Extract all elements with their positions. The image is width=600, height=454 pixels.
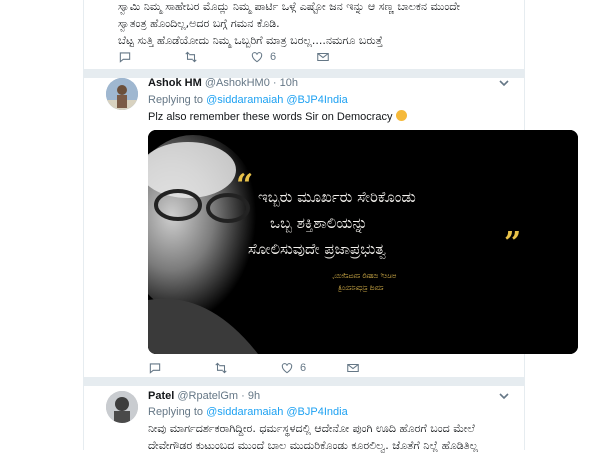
user-name[interactable]: Ashok HM <box>148 77 202 89</box>
tweet-header: Ashok HM @AshokHM0 · 10h <box>148 77 298 89</box>
like-count: 6 <box>270 51 277 63</box>
avatar[interactable] <box>106 78 138 110</box>
retweet-icon <box>185 51 197 63</box>
chevron-down-icon[interactable] <box>498 390 510 402</box>
open-quote-mark: “ <box>236 168 254 203</box>
tweet-actions: 6 <box>148 359 400 377</box>
avatar[interactable] <box>106 391 138 423</box>
tweet-text-line: ನೀವು ಮಾರ್ಗದರ್ಶಕರಾಗಿದ್ದೀರ. ಧರ್ಮಸ್ಥಳದಲ್ಲಿ … <box>148 422 475 435</box>
retweet-icon <box>215 362 227 374</box>
message-button[interactable] <box>346 361 360 375</box>
reply-mention[interactable]: @BJP4India <box>286 94 347 106</box>
reply-mention[interactable]: @siddaramaiah <box>206 94 283 106</box>
retweet-button[interactable] <box>184 50 210 64</box>
envelope-icon <box>347 363 359 373</box>
quote-attribution: ಅಟಲ್ ಬಿಹಾರಿ ವಾಜಪೇಯಿ, <box>332 272 397 280</box>
avatar-photo <box>106 391 138 423</box>
quote-line: ಸೋಲಿಸುವುದೇ ಪ್ರಜಾಪ್ರಭುತ್ವ <box>248 240 386 258</box>
reply-mention[interactable]: @BJP4India <box>286 406 347 418</box>
like-count: 6 <box>300 362 307 374</box>
replying-label: Replying to <box>148 94 204 106</box>
tweet-text-line: ಸ್ವಾತಂತ್ರ ಹೊಂದಿಲ್ಲ,ಅದರ ಬಗ್ಗೆ ಗಮನ ಕೊಡಿ. <box>118 17 280 30</box>
tweet-text-line: ದೇವೇಗೌಡರ ಕುಟುಂಬದ ಮುಂದೆ ಬಾಲ ಮುದುರಿಕೊಂಡು ಕ… <box>148 439 479 452</box>
retweet-button[interactable] <box>214 361 240 375</box>
user-handle[interactable]: @AshokHM0 <box>205 77 270 89</box>
reply-icon <box>149 363 161 374</box>
reply-button[interactable] <box>148 361 174 375</box>
reply-mention[interactable]: @siddaramaiah <box>206 406 283 418</box>
quote-line: ಇಬ್ಬರು ಮೂರ್ಖರು ಸೇರಿಕೊಂಡು <box>258 188 416 206</box>
like-button[interactable]: 6 <box>280 361 306 375</box>
separator-dot: · <box>272 77 277 89</box>
tweet-divider <box>84 377 524 386</box>
tweet-image[interactable]: “ ಇಬ್ಬರು ಮೂರ್ಖರು ಸೇರಿಕೊಂಡು ಒಬ್ಬ ಶಕ್ತಿಶಾಲ… <box>148 130 578 354</box>
reply-icon <box>119 52 131 63</box>
tweet-text: Plz also remember these words Sir on Dem… <box>148 110 407 123</box>
chevron-down-icon[interactable] <box>498 77 510 89</box>
avatar-photo <box>106 78 138 110</box>
separator-dot: · <box>241 390 245 402</box>
envelope-icon <box>317 52 329 62</box>
user-name[interactable]: Patel <box>148 390 174 402</box>
replying-to: Replying to @siddaramaiah @BJP4India <box>148 406 348 418</box>
tweet-text: ಸ್ವಾಮಿ ನಿಮ್ಮ ಸಾಹೇಬರ ಮೊದ್ಲು ನಿಮ್ಮ ಪಾರ್ಟಿ … <box>118 0 518 49</box>
quote-line: ಒಬ್ಬ ಶಕ್ತಿಶಾಲಿಯನ್ನು <box>270 214 368 232</box>
smiling-face-emoji-icon <box>395 110 407 121</box>
replying-label: Replying to <box>148 406 204 418</box>
tweet-text-line: ಸ್ವಾಮಿ ನಿಮ್ಮ ಸಾಹೇಬರ ಮೊದ್ಲು ನಿಮ್ಮ ಪಾರ್ಟಿ … <box>118 0 461 13</box>
heart-icon <box>251 52 263 63</box>
like-button[interactable]: 6 <box>250 50 276 64</box>
tweet-time[interactable]: 9h <box>248 390 260 402</box>
close-quote-mark: ” <box>504 226 522 261</box>
tweet-header: Patel @RpatelGm · 9h <box>148 390 260 402</box>
tweet-text: ನೀವು ಮಾರ್ಗದರ್ಶಕರಾಗಿದ್ದೀರ. ಧರ್ಮಸ್ಥಳದಲ್ಲಿ … <box>148 420 518 454</box>
tweet-text-line: ಬೆಟ್ಟ ಸುತ್ತಿ ಹೊಡೆಯೋದು ನಿಮ್ಮ ಒಬ್ಬರಿಗೆ ಮಾತ… <box>118 34 383 47</box>
tweet-actions: 6 <box>118 48 370 66</box>
quote-attribution: ಮಾಜಿ ಪ್ರಧಾನಮಂತ್ರಿ <box>338 284 384 292</box>
tweet-time[interactable]: 10h <box>280 77 298 89</box>
user-handle[interactable]: @RpatelGm <box>177 390 238 402</box>
heart-icon <box>281 363 293 374</box>
replying-to: Replying to @siddaramaiah @BJP4India <box>148 94 348 106</box>
tweet-text-content: Plz also remember these words Sir on Dem… <box>148 111 393 123</box>
message-button[interactable] <box>316 50 330 64</box>
tweet-feed: ಸ್ವಾಮಿ ನಿಮ್ಮ ಸಾಹೇಬರ ಮೊದ್ಲು ನಿಮ್ಮ ಪಾರ್ಟಿ … <box>83 0 578 452</box>
reply-button[interactable] <box>118 50 144 64</box>
